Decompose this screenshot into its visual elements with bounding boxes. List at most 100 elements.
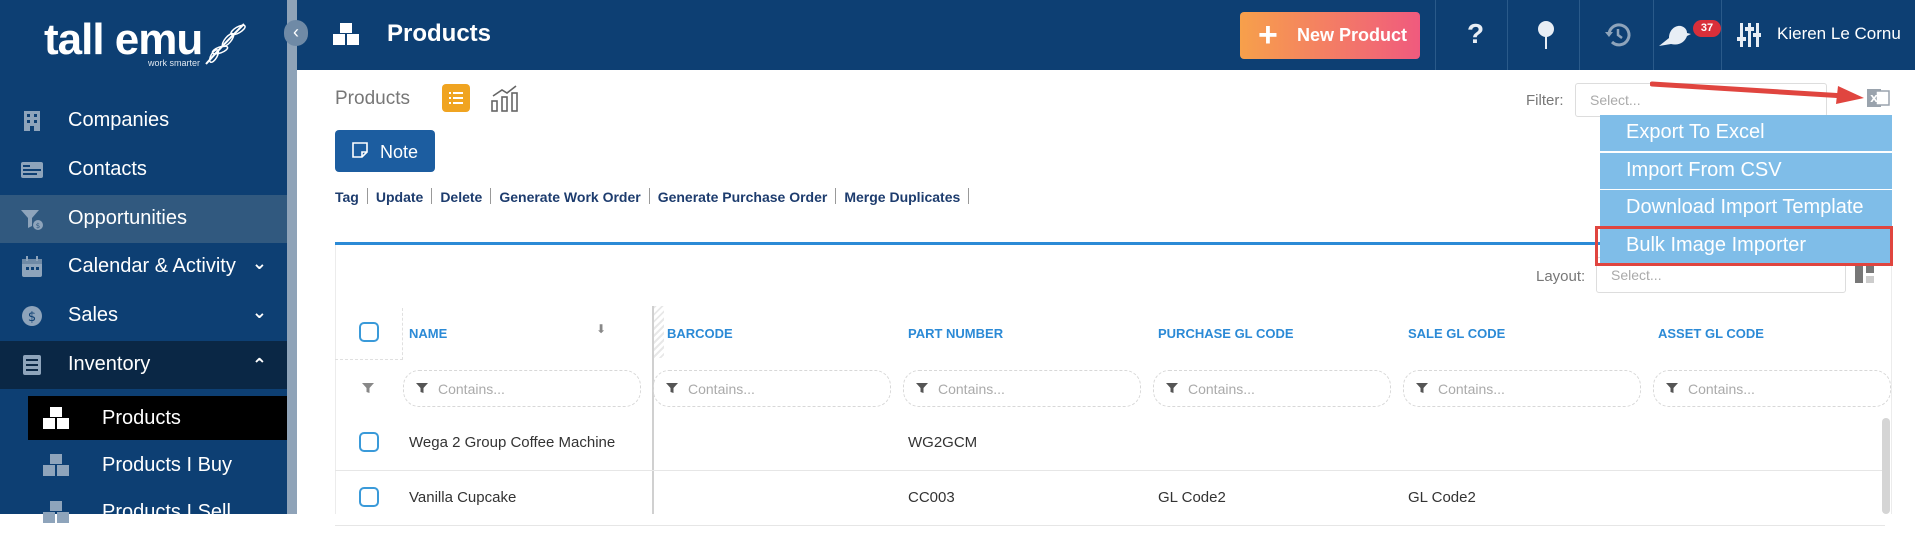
sidebar-item-opportunities[interactable]: $ Opportunities [0, 195, 287, 243]
row-checkbox[interactable] [359, 432, 379, 452]
column-header-barcode[interactable]: BARCODE [667, 326, 733, 341]
filter-placeholder: Contains... [1438, 381, 1505, 397]
column-header-purchase-gl-code[interactable]: PURCHASE GL CODE [1158, 326, 1294, 341]
sidebar-item-label: Contacts [68, 158, 147, 180]
notification-badge: 37 [1693, 20, 1721, 37]
settings-sliders-icon[interactable] [1737, 22, 1761, 48]
filter-icon [362, 383, 374, 393]
divider [835, 188, 837, 204]
column-header-part-number[interactable]: PART NUMBER [908, 326, 1003, 341]
filter-label: Filter: [1526, 92, 1564, 109]
generate-purchase-order-action[interactable]: Generate Purchase Order [658, 189, 828, 205]
sidebar-item-calendar[interactable]: Calendar & Activity ⌄ [0, 243, 287, 291]
filter-icon [1666, 383, 1678, 393]
top-bar: Products + New Product ? 37 Kieren Le Co… [297, 0, 1915, 70]
divider [490, 188, 492, 204]
history-icon[interactable] [1603, 20, 1633, 50]
building-icon [24, 111, 40, 131]
purchase-gl-filter-input[interactable]: Contains... [1153, 370, 1391, 407]
column-header-name[interactable]: NAME [409, 326, 447, 341]
filter-placeholder: Contains... [688, 381, 755, 397]
column-header-asset-gl-code[interactable]: ASSET GL CODE [1658, 326, 1764, 341]
grid-scrollbar[interactable] [1882, 418, 1890, 514]
purchase-gl-cell: GL Code2 [1158, 489, 1226, 506]
chart-view-icon[interactable] [490, 83, 520, 113]
brand-logo[interactable]: tall emu work smarter [44, 15, 203, 69]
boxes-icon [333, 23, 359, 45]
list-view-toggle[interactable] [442, 84, 470, 112]
leaf-icon [205, 23, 246, 65]
part-number-filter-input[interactable]: Contains... [903, 370, 1141, 407]
sidebar-scrollbar[interactable] [287, 0, 297, 514]
new-product-label: New Product [1297, 25, 1408, 45]
filter-icon [1416, 383, 1428, 393]
name-filter-input[interactable]: Contains... [403, 370, 641, 407]
divider [1579, 0, 1580, 70]
sidebar-item-inventory[interactable]: Inventory ⌃ [0, 341, 287, 389]
plus-icon: + [1258, 16, 1278, 54]
filter-placeholder: Contains... [1688, 381, 1755, 397]
sidebar-item-contacts[interactable]: Contacts [0, 146, 287, 194]
column-resize-handle[interactable] [654, 306, 664, 358]
divider [1507, 0, 1508, 70]
divider [1721, 0, 1722, 70]
filter-icon [666, 383, 678, 393]
user-menu[interactable]: Kieren Le Cornu [1777, 24, 1901, 44]
filter-icon [416, 383, 428, 393]
sidebar-item-label: Sales [68, 304, 119, 326]
sort-desc-icon[interactable]: ⬇ [596, 322, 606, 336]
sidebar-item-label: Opportunities [68, 207, 187, 229]
chevron-up-icon[interactable]: ⌃ [252, 355, 267, 376]
svg-text:X: X [1870, 94, 1878, 105]
pin-icon[interactable] [1535, 20, 1557, 50]
select-all-cell [335, 308, 403, 360]
divider [431, 188, 433, 204]
update-action[interactable]: Update [376, 189, 423, 205]
chevron-down-icon[interactable]: ⌄ [252, 302, 267, 323]
sidebar-item-label: Inventory [68, 353, 151, 375]
filter-icon [916, 383, 928, 393]
asset-gl-filter-input[interactable]: Contains... [1653, 370, 1891, 407]
note-icon [352, 142, 368, 158]
table-row[interactable]: Vanilla Cupcake CC003 GL Code2 GL Code2 [335, 471, 1885, 526]
delete-action[interactable]: Delete [440, 189, 482, 205]
collapse-sidebar-button[interactable]: ‹ [284, 20, 308, 46]
layout-label: Layout: [1536, 268, 1586, 285]
sidebar-subitem-products[interactable]: Products [28, 396, 287, 440]
boxes-icon [43, 501, 69, 523]
sidebar-item-label: Products I Sell [102, 501, 231, 523]
new-product-button[interactable]: + New Product [1240, 12, 1420, 59]
row-checkbox[interactable] [359, 487, 379, 507]
note-button[interactable]: Note [335, 130, 435, 172]
brand-name: tall emu [44, 15, 203, 64]
menu-item-download-import-template[interactable]: Download Import Template [1600, 190, 1892, 226]
sidebar-subitem-products-i-buy[interactable]: Products I Buy [28, 443, 287, 487]
column-header-sale-gl-code[interactable]: SALE GL CODE [1408, 326, 1505, 341]
page-title: Products [387, 20, 492, 47]
merge-duplicates-action[interactable]: Merge Duplicates [844, 189, 960, 205]
filter-icon [1166, 383, 1178, 393]
sale-gl-filter-input[interactable]: Contains... [1403, 370, 1641, 407]
contact-card-icon [21, 162, 43, 178]
name-cell: Vanilla Cupcake [409, 489, 517, 506]
sidebar-item-label: Products [102, 407, 181, 429]
filter-placeholder: Contains... [438, 381, 505, 397]
tag-action[interactable]: Tag [335, 189, 359, 205]
divider [1435, 0, 1436, 70]
sidebar-item-sales[interactable]: $ Sales ⌄ [0, 292, 287, 340]
bird-notification-icon[interactable] [1657, 20, 1693, 50]
table-row[interactable]: Wega 2 Group Coffee Machine WG2GCM [335, 416, 1885, 471]
generate-work-order-action[interactable]: Generate Work Order [499, 189, 640, 205]
sidebar-subitem-products-i-sell[interactable]: Products I Sell [28, 490, 287, 534]
barcode-filter-input[interactable]: Contains... [653, 370, 891, 407]
sidebar: tall emu work smarter Companies Contacts… [0, 0, 287, 523]
help-icon[interactable]: ? [1467, 18, 1484, 50]
sidebar-item-companies[interactable]: Companies [0, 97, 287, 145]
inventory-icon [23, 355, 41, 375]
divider [366, 188, 368, 204]
menu-item-export-to-excel[interactable]: Export To Excel [1600, 115, 1892, 151]
svg-text:$: $ [28, 310, 36, 325]
chevron-down-icon[interactable]: ⌄ [252, 253, 267, 274]
select-all-checkbox[interactable] [359, 322, 379, 342]
menu-item-import-from-csv[interactable]: Import From CSV [1600, 153, 1892, 189]
